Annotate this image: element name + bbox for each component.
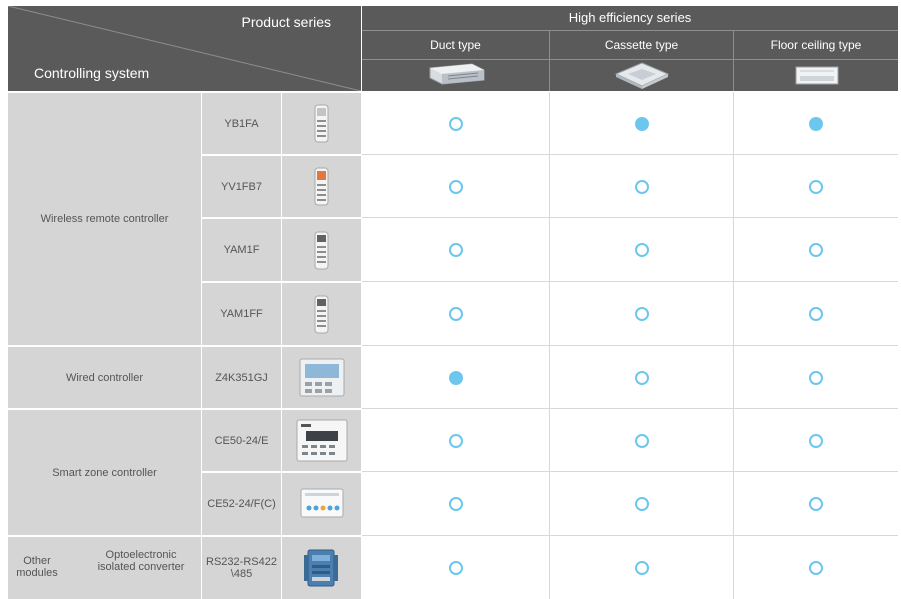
compat-mark: [809, 307, 823, 321]
compat-mark: [634, 307, 649, 321]
compat-mark: [634, 243, 649, 257]
compat-mark: [809, 370, 823, 385]
remote-controller-icon: [314, 104, 329, 143]
header-divider: [733, 31, 734, 91]
compat-mark: [634, 497, 649, 511]
series-title: High efficiency series: [362, 6, 898, 31]
compat-mark: [809, 433, 823, 448]
compat-cell: [550, 347, 733, 408]
compat-mark: [809, 497, 823, 511]
compat-cell: [734, 537, 898, 599]
compat-cell: [550, 283, 733, 345]
compat-mark: [809, 561, 823, 575]
compat-mark: [448, 307, 463, 321]
touch-controller-icon: [300, 488, 344, 518]
table-corner-header: Product series Controlling system: [8, 6, 361, 91]
compat-cell: [550, 410, 733, 471]
model-cell: YAM1FF: [202, 283, 281, 345]
compat-cell: [550, 156, 733, 217]
compat-mark: [809, 179, 823, 194]
compat-mark: [809, 116, 823, 131]
compat-mark: [634, 370, 649, 385]
zone-controller-icon: [296, 419, 348, 462]
group-wired-controller: Wired controller: [8, 347, 201, 408]
compat-cell: [550, 219, 733, 281]
duct-unit-icon: [429, 63, 485, 85]
controlling-system-label: Controlling system: [34, 65, 150, 81]
series-header: High efficiency series Duct type Cassett…: [362, 6, 898, 91]
cassette-type-header: Cassette type: [550, 31, 733, 60]
floor-ceiling-type-header: Floor ceiling type: [734, 31, 898, 60]
compat-cell: [362, 347, 549, 408]
row-divider: [362, 345, 898, 346]
group-wireless-remote: Wireless remote controller: [8, 93, 201, 345]
cassette-unit-icon: [614, 62, 670, 89]
compat-cell: [734, 219, 898, 281]
compat-cell: [362, 156, 549, 217]
remote-controller-icon: [314, 295, 329, 334]
compatibility-table: Product series Controlling system High e…: [0, 0, 901, 599]
product-image-cell: [282, 347, 361, 408]
compat-cell: [362, 537, 549, 599]
wired-panel-icon: [299, 358, 345, 397]
compat-cell: [550, 93, 733, 154]
remote-controller-icon: [314, 167, 329, 206]
compat-mark: [634, 179, 649, 194]
product-image-cell: [282, 156, 361, 217]
compat-mark: [448, 179, 463, 194]
group-other-modules: Other modules: [16, 555, 58, 579]
model-cell: YV1FB7: [202, 156, 281, 217]
model-cell: CE52-24/F(C): [202, 473, 281, 535]
remote-controller-icon: [314, 231, 329, 270]
converter-module-icon: [304, 549, 338, 587]
product-image-cell: [282, 537, 361, 599]
compat-cell: [734, 473, 898, 535]
product-image-cell: [282, 410, 361, 471]
compat-cell: [550, 537, 733, 599]
compat-cell: [734, 410, 898, 471]
product-image-cell: [282, 473, 361, 535]
product-image-cell: [282, 93, 361, 154]
compat-cell: [362, 473, 549, 535]
compat-mark: [634, 433, 649, 448]
model-cell: YAM1F: [202, 219, 281, 281]
product-image-cell: [282, 283, 361, 345]
row-divider: [362, 535, 898, 536]
row-divider: [362, 471, 898, 472]
model-cell: YB1FA: [202, 93, 281, 154]
model-cell: CE50-24/E: [202, 410, 281, 471]
compat-mark: [448, 243, 463, 257]
compat-cell: [550, 473, 733, 535]
row-divider: [362, 154, 898, 155]
compat-mark: [809, 243, 823, 257]
compat-cell: [362, 410, 549, 471]
product-image-cell: [282, 219, 361, 281]
compat-mark: [448, 370, 463, 385]
compat-cell: [734, 93, 898, 154]
compat-cell: [734, 156, 898, 217]
compat-mark: [634, 116, 649, 131]
compat-mark: [448, 433, 463, 448]
model-cell: RS232-RS422 \485: [202, 537, 281, 599]
compat-cell: [734, 347, 898, 408]
product-series-label: Product series: [241, 14, 331, 30]
row-divider: [362, 281, 898, 282]
compat-cell: [362, 93, 549, 154]
compat-mark: [448, 116, 463, 131]
compat-cell: [362, 219, 549, 281]
duct-type-header: Duct type: [362, 31, 549, 60]
header-divider: [549, 31, 550, 91]
group-smart-zone: Smart zone controller: [8, 410, 201, 535]
compat-mark: [634, 561, 649, 575]
floor-ceiling-unit-icon: [795, 66, 839, 85]
row-divider: [362, 217, 898, 218]
compat-cell: [734, 283, 898, 345]
compat-mark: [448, 561, 463, 575]
compat-cell: [362, 283, 549, 345]
model-cell: Z4K351GJ: [202, 347, 281, 408]
compat-mark: [448, 497, 463, 511]
group-optoelectronic-converter: Optoelectronic isolated converter: [97, 549, 185, 573]
row-divider: [362, 408, 898, 409]
